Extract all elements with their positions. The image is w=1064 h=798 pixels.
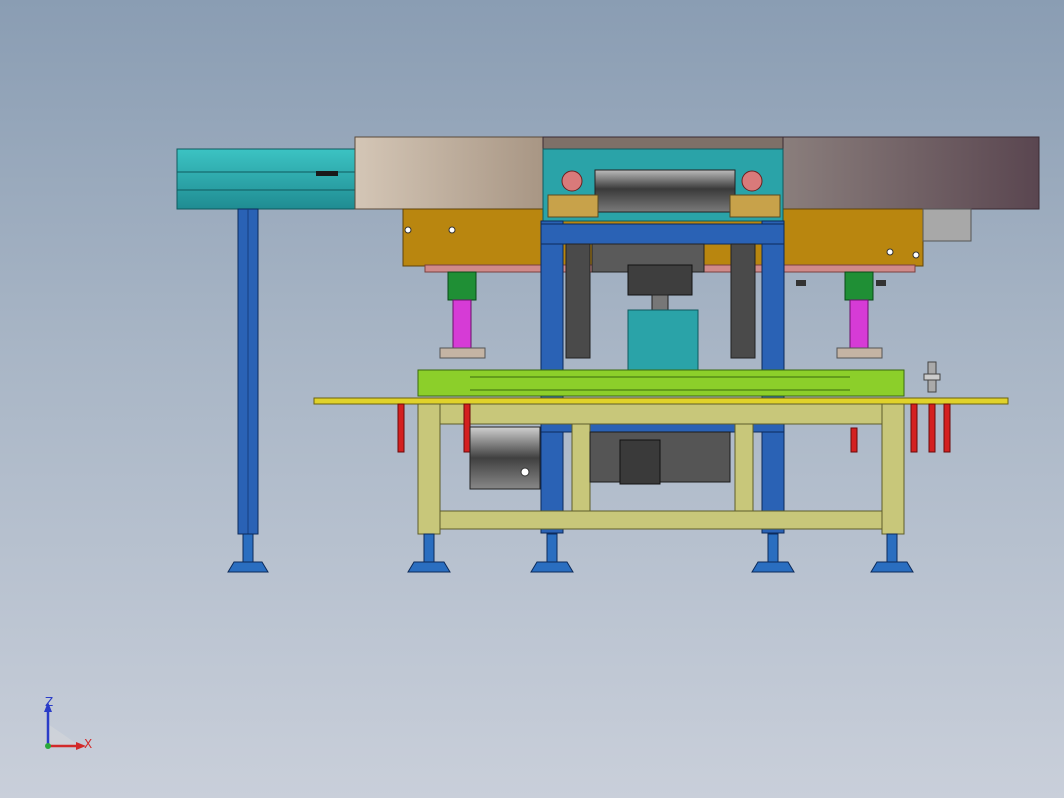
right-cylinder[interactable] [796,271,886,359]
x-axis-label: X [84,737,92,751]
cad-graphics-viewport[interactable]: Z X [0,0,1064,798]
leveling-feet [227,533,914,573]
left-conveyor[interactable] [176,148,358,535]
left-cylinder[interactable] [439,271,486,359]
left-cover[interactable] [354,136,544,210]
origin-dot [45,743,51,749]
assembly-model[interactable] [0,0,1064,798]
roller-assembly[interactable] [542,148,784,222]
drive-motor[interactable] [469,426,731,490]
lift-beam-lime[interactable] [417,369,905,397]
right-cover[interactable] [782,136,1040,210]
coordinate-triad: Z X [44,696,92,751]
teal-motor[interactable] [627,309,699,371]
transfer-plate[interactable] [313,397,1009,405]
z-axis-label: Z [45,696,53,709]
